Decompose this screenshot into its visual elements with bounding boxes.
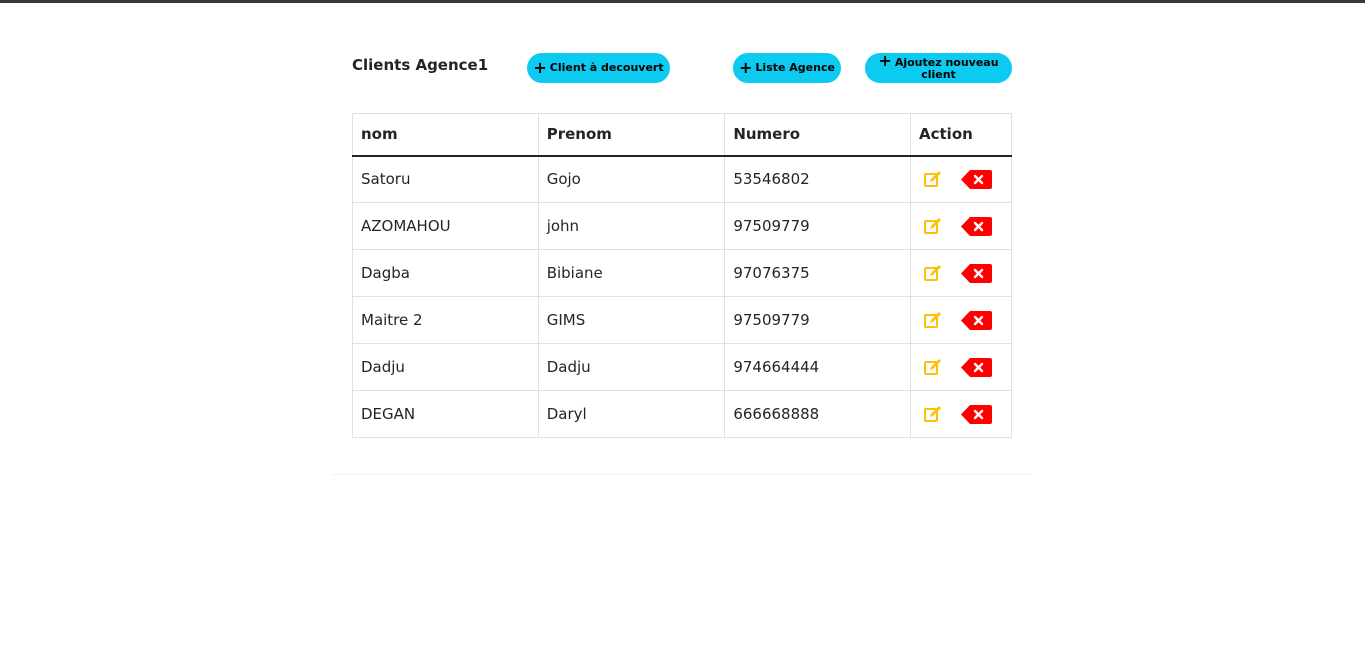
delete-icon[interactable] (961, 357, 992, 377)
delete-icon[interactable] (961, 216, 992, 236)
cell-action (910, 202, 1012, 250)
agency-list-button[interactable]: + Liste Agence (733, 53, 841, 83)
cell-nom: Satoru (352, 155, 539, 203)
cell-prenom: Gojo (537, 155, 726, 203)
table-row: Satoru Gojo 53546802 (352, 155, 1012, 203)
cell-numero: 97509779 (724, 296, 911, 344)
delete-icon[interactable] (961, 310, 992, 330)
plus-icon: + (739, 58, 753, 77)
edit-icon[interactable] (923, 311, 943, 329)
cell-numero: 666668888 (724, 390, 911, 438)
top-bar (0, 0, 1365, 3)
column-header-prenom: Prenom (537, 113, 726, 157)
table-row: AZOMAHOU john 97509779 (352, 202, 1012, 250)
edit-icon[interactable] (923, 217, 943, 235)
cell-action (910, 390, 1012, 438)
cell-nom: AZOMAHOU (352, 202, 539, 250)
cell-numero: 97076375 (724, 249, 911, 297)
cell-numero: 53546802 (724, 155, 911, 203)
edit-icon[interactable] (923, 170, 943, 188)
client-discover-button[interactable]: + Client à decouvert (527, 53, 670, 83)
cell-nom: Dadju (352, 343, 539, 391)
table-row: Dadju Dadju 974664444 (352, 343, 1012, 391)
cell-prenom: Dadju (537, 343, 726, 391)
table-header-row: nom Prenom Numero Action (352, 113, 1012, 157)
delete-icon[interactable] (961, 404, 992, 424)
cell-numero: 974664444 (724, 343, 911, 391)
delete-icon[interactable] (961, 169, 992, 189)
page-title: Clients Agence1 (352, 56, 489, 74)
cell-action (910, 296, 1012, 344)
cell-nom: DEGAN (352, 390, 539, 438)
agency-list-label: Liste Agence (755, 61, 835, 74)
client-discover-label: Client à decouvert (549, 61, 664, 74)
cell-nom: Maitre 2 (352, 296, 539, 344)
column-header-nom: nom (352, 113, 539, 157)
delete-icon[interactable] (961, 263, 992, 283)
cell-action (910, 249, 1012, 297)
clients-table: nom Prenom Numero Action Satoru Gojo 535… (352, 113, 1012, 438)
add-client-button[interactable]: + Ajoutez nouveau client (865, 53, 1012, 83)
cell-prenom: john (537, 202, 726, 250)
cell-action (910, 155, 1012, 203)
table-row: DEGAN Daryl 666668888 (352, 390, 1012, 438)
clients-card: Clients Agence1 + Client à decouvert + L… (332, 20, 1032, 475)
edit-icon[interactable] (923, 358, 943, 376)
table-row: Maitre 2 GIMS 97509779 (352, 296, 1012, 344)
column-header-action: Action (910, 113, 1012, 157)
edit-icon[interactable] (923, 405, 943, 423)
cell-prenom: Daryl (537, 390, 726, 438)
edit-icon[interactable] (923, 264, 943, 282)
plus-icon: + (533, 58, 547, 77)
add-client-label: Ajoutez nouveau client (894, 56, 999, 81)
plus-icon: + (878, 51, 892, 70)
cell-action (910, 343, 1012, 391)
cell-nom: Dagba (352, 249, 539, 297)
cell-prenom: Bibiane (537, 249, 726, 297)
cell-numero: 97509779 (724, 202, 911, 250)
cell-prenom: GIMS (537, 296, 726, 344)
table-row: Dagba Bibiane 97076375 (352, 249, 1012, 297)
column-header-numero: Numero (724, 113, 911, 157)
